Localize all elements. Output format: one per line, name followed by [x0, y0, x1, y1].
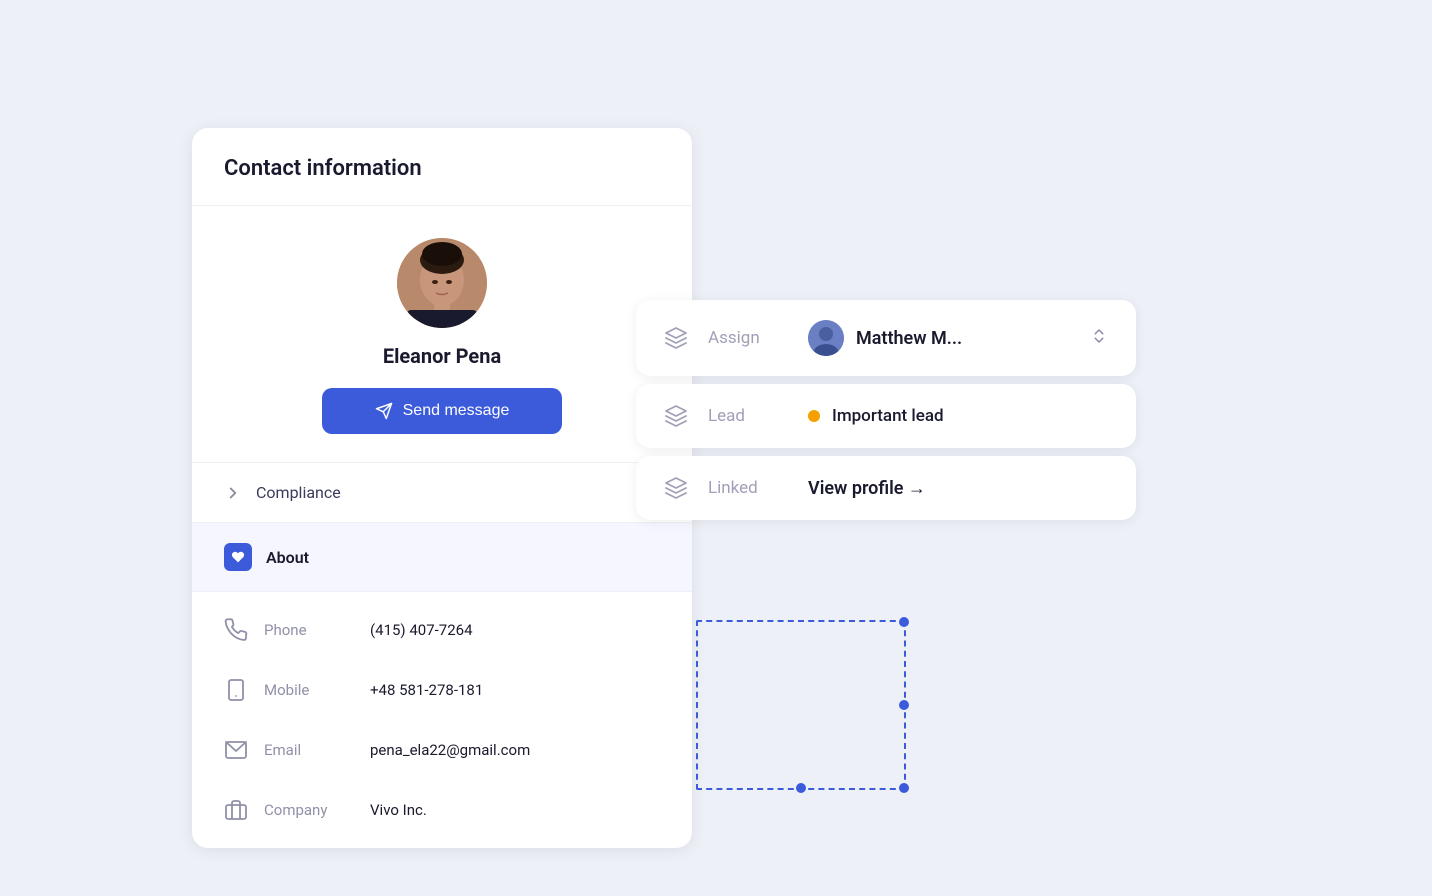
- about-icon: [224, 543, 252, 571]
- heart-icon: [231, 550, 245, 564]
- selection-handle-middle-right[interactable]: [899, 700, 909, 710]
- compliance-row[interactable]: Compliance: [192, 463, 692, 523]
- lead-layers-icon: [664, 404, 688, 428]
- contact-card: Contact information: [192, 128, 692, 848]
- lead-value: Important lead: [832, 406, 944, 426]
- company-field: Company Vivo Inc.: [192, 780, 692, 840]
- mobile-label: Mobile: [264, 681, 354, 699]
- assign-card[interactable]: Assign Matthew M...: [636, 300, 1136, 376]
- send-message-button[interactable]: Send message: [322, 388, 562, 434]
- contact-header: Contact information: [192, 128, 692, 206]
- lead-card[interactable]: Lead Important lead: [636, 384, 1136, 448]
- send-icon: [375, 402, 393, 420]
- contact-profile: Eleanor Pena Send message: [192, 206, 692, 463]
- linked-content: View profile →: [808, 478, 1108, 499]
- phone-field: Phone (415) 407-7264: [192, 600, 692, 660]
- selection-handle-bottom-right[interactable]: [899, 783, 909, 793]
- company-value: Vivo Inc.: [370, 801, 427, 819]
- linked-layers-icon: [664, 476, 688, 500]
- assign-section-label: Assign: [708, 328, 788, 348]
- selection-handle-top-right[interactable]: [899, 617, 909, 627]
- lead-status-dot: [808, 410, 820, 422]
- linked-section-label: Linked: [708, 478, 788, 498]
- about-label: About: [266, 548, 309, 567]
- phone-icon: [224, 618, 248, 642]
- email-field: Email pena_ela22@gmail.com: [192, 720, 692, 780]
- email-label: Email: [264, 741, 354, 759]
- contact-name: Eleanor Pena: [383, 344, 501, 368]
- assign-content: Matthew M...: [808, 320, 1108, 356]
- selection-box: [696, 620, 906, 790]
- about-row[interactable]: About: [192, 523, 692, 592]
- avatar: [397, 238, 487, 328]
- phone-label: Phone: [264, 621, 354, 639]
- linked-card[interactable]: Linked View profile →: [636, 456, 1136, 520]
- email-icon: [224, 738, 248, 762]
- sort-icon: [1090, 327, 1108, 349]
- company-label: Company: [264, 801, 354, 819]
- company-icon: [224, 798, 248, 822]
- view-profile-link[interactable]: View profile →: [808, 478, 926, 499]
- mobile-icon: [224, 678, 248, 702]
- selection-handle-bottom-middle[interactable]: [796, 783, 806, 793]
- assignee-name: Matthew M...: [856, 328, 962, 349]
- lead-content: Important lead: [808, 406, 1108, 426]
- mobile-value: +48 581-278-181: [370, 681, 483, 699]
- phone-value: (415) 407-7264: [370, 621, 473, 639]
- right-panel: Assign Matthew M...: [636, 300, 1136, 520]
- contact-info-title: Contact information: [224, 156, 660, 181]
- assign-layers-icon: [664, 326, 688, 350]
- email-value: pena_ela22@gmail.com: [370, 741, 530, 759]
- mobile-field: Mobile +48 581-278-181: [192, 660, 692, 720]
- contact-fields: Phone (415) 407-7264 Mobile +48 581-278-…: [192, 592, 692, 848]
- chevron-right-icon: [224, 484, 242, 502]
- compliance-label: Compliance: [256, 483, 341, 502]
- assignee-avatar: [808, 320, 844, 356]
- lead-section-label: Lead: [708, 406, 788, 426]
- assignee-avatar-img: [808, 320, 844, 356]
